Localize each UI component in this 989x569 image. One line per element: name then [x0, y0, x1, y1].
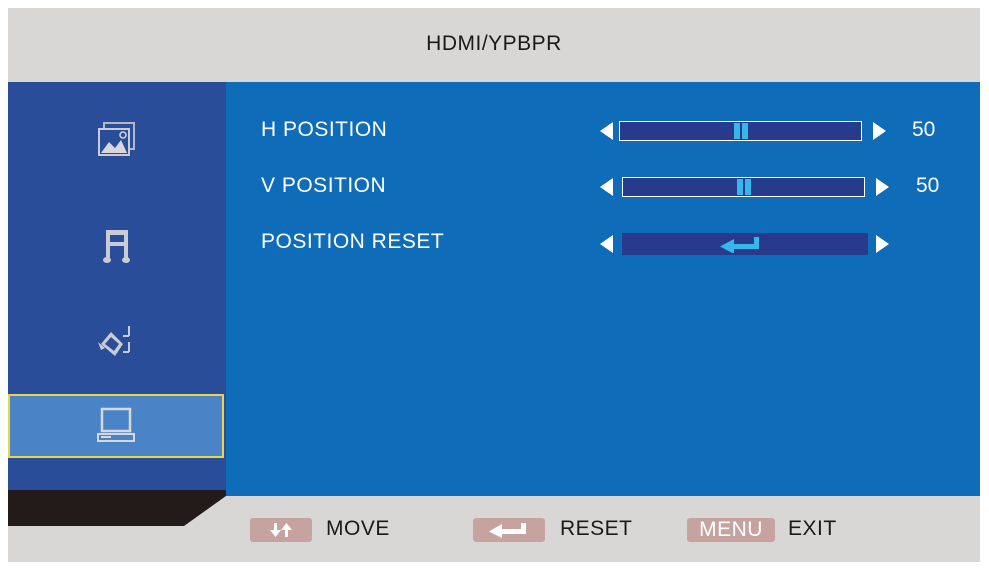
exit-hint-label: EXIT — [788, 517, 837, 540]
h-position-slider-thumb[interactable] — [734, 123, 748, 139]
footer-hints: MOVE RESET MENU EXIT — [226, 496, 980, 562]
up-down-arrows-icon — [270, 523, 292, 537]
move-key-badge — [250, 518, 312, 542]
page-title: HDMI/YPBPR — [426, 32, 562, 55]
position-reset-right-arrow[interactable] — [876, 235, 889, 253]
v-position-decrease-button[interactable] — [600, 178, 613, 196]
audio-icon — [103, 230, 130, 263]
enter-icon — [720, 237, 759, 253]
move-hint-label: MOVE — [326, 517, 390, 540]
sidebar-item-audio[interactable] — [8, 214, 226, 278]
v-position-slider-thumb[interactable] — [737, 179, 751, 195]
position-reset-left-arrow[interactable] — [600, 235, 613, 253]
reset-key-badge — [473, 518, 545, 542]
osd-menu: HDMI/YPBPR H POSITION 50 V POSITION 50 P… — [8, 8, 980, 562]
h-position-value: 50 — [912, 118, 936, 141]
h-position-increase-button[interactable] — [873, 122, 886, 140]
monitor-icon — [97, 407, 135, 442]
h-position-label: H POSITION — [261, 118, 388, 141]
v-position-value: 50 — [916, 174, 940, 197]
sidebar — [8, 82, 226, 490]
settings-panel: H POSITION 50 V POSITION 50 POSITION RES… — [226, 82, 980, 496]
menu-key-text: MENU — [699, 518, 763, 541]
sidebar-footer-band — [8, 490, 226, 526]
sidebar-item-setup[interactable] — [8, 310, 226, 374]
position-reset-button[interactable] — [622, 233, 868, 255]
reset-hint-label: RESET — [560, 517, 633, 540]
enter-icon — [489, 523, 526, 538]
setup-icon — [98, 326, 130, 356]
v-position-slider[interactable] — [622, 177, 865, 197]
menu-key-badge: MENU — [687, 518, 775, 542]
h-position-decrease-button[interactable] — [600, 122, 613, 140]
title-bar: HDMI/YPBPR — [8, 8, 980, 80]
sidebar-item-picture[interactable] — [8, 108, 226, 172]
sidebar-item-monitor[interactable] — [8, 394, 224, 458]
h-position-slider[interactable] — [619, 121, 862, 141]
v-position-label: V POSITION — [261, 174, 387, 197]
picture-icon — [98, 122, 135, 156]
v-position-increase-button[interactable] — [876, 178, 889, 196]
position-reset-label: POSITION RESET — [261, 230, 445, 253]
